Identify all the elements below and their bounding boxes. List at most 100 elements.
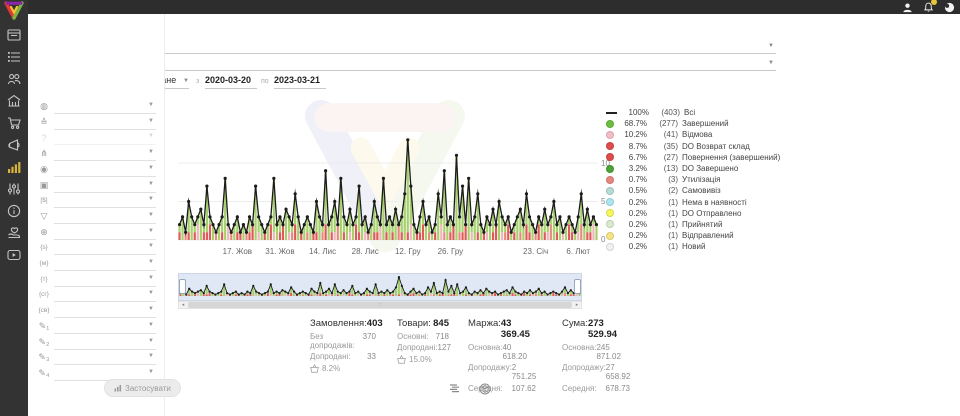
apply-button[interactable]: Застосувати: [104, 379, 181, 397]
legend-label: DO Завершено: [682, 164, 738, 173]
legend-item[interactable]: 0.2%(1)DO Отправлено: [606, 208, 796, 219]
sidebar-item-warehouse[interactable]: [0, 90, 28, 112]
legend-item[interactable]: 3.2%(13)DO Завершено: [606, 163, 796, 174]
sidebar-item-orders[interactable]: [0, 46, 28, 68]
notifications-bell-icon[interactable]: [922, 1, 934, 13]
legend-item[interactable]: 68.7%(277)Завершений: [606, 118, 796, 129]
x-axis-tick: 6. Лют: [566, 247, 590, 256]
legend-item[interactable]: 0.2%(1)Нема в наявності: [606, 197, 796, 208]
legend-count: (2): [650, 186, 678, 195]
filter-select[interactable]: [54, 100, 156, 114]
orders-chart[interactable]: [178, 100, 598, 244]
token-c2-icon: {св}: [36, 304, 52, 317]
filter-select[interactable]: [54, 288, 156, 302]
filter-select[interactable]: [54, 257, 156, 271]
legend-dot-swatch: [606, 176, 614, 184]
navigator-left-handle[interactable]: [179, 279, 186, 294]
user-icon[interactable]: [901, 1, 913, 13]
filter-select[interactable]: [54, 273, 156, 287]
filter-select[interactable]: [54, 320, 156, 334]
date-to-input[interactable]: 2023-03-21: [274, 75, 326, 89]
navigator-scrollbar[interactable]: ◂ ∷ ▸: [178, 301, 582, 309]
legend-item[interactable]: 8.7%(35)DO Возврат склад: [606, 141, 796, 152]
legend-percent: 8.7%: [618, 142, 647, 151]
filter-row-custom-field-3: ✎₃ ▼: [28, 351, 164, 366]
filters-panel: ◍▼≙▼?▼⋔▼◉▼▣▼[$]▼▽▼⊕▼{s}▼{м}▼{т}▼{сг}▼{св…: [28, 14, 165, 416]
filter-row-chart: ≙▼: [28, 116, 164, 131]
filter-select[interactable]: [54, 226, 156, 240]
filter-select[interactable]: [54, 210, 156, 224]
filter-select[interactable]: [54, 336, 156, 350]
basket-icon: [310, 364, 319, 373]
chevron-down-icon: ▼: [148, 165, 154, 171]
filter-row-hierarchy: ⋔▼: [28, 147, 164, 162]
account-avatar-icon[interactable]: [943, 1, 955, 13]
chevron-down-icon: ▼: [148, 322, 154, 328]
status-icon: ◍: [36, 100, 52, 113]
stat-sub-label: Основна:: [468, 343, 502, 361]
legend-label: Прийнятий: [682, 220, 723, 229]
sidebar-nav: [0, 24, 28, 266]
filter-select[interactable]: [54, 147, 156, 161]
sidebar-item-info[interactable]: [0, 200, 28, 222]
filter-select[interactable]: [54, 131, 156, 145]
chevron-down-icon: ▼: [148, 228, 154, 234]
sidebar-item-marketing[interactable]: [0, 134, 28, 156]
chevron-down-icon: ▼: [148, 353, 154, 359]
legend-item[interactable]: 0.2%(1)Відправлений: [606, 230, 796, 241]
filter-select[interactable]: [54, 351, 156, 365]
stat-sub-value: 245 871.02: [596, 343, 630, 361]
custom-field-3-icon: ✎₃: [36, 351, 52, 364]
stat-sub-value: 107.62: [512, 384, 536, 393]
legend-label: Новий: [682, 242, 705, 251]
sidebar-item-tutorials[interactable]: [0, 244, 28, 266]
details-view-icon[interactable]: [449, 382, 462, 395]
products-view-icon[interactable]: [478, 382, 491, 395]
legend-dot-swatch: [606, 232, 614, 240]
filter-select[interactable]: [54, 179, 156, 193]
legend-percent: 6.7%: [618, 153, 647, 162]
date-from-input[interactable]: 2020-03-20: [205, 75, 257, 89]
sidebar-item-procurement[interactable]: [0, 112, 28, 134]
scrollbar-thumb[interactable]: ∷: [188, 302, 572, 308]
x-axis-tick: 17. Жов: [223, 247, 252, 256]
filter-select[interactable]: [54, 304, 156, 318]
chevron-down-icon: ▼: [148, 259, 154, 265]
filter-row-globe: ⊕▼: [28, 226, 164, 241]
sidebar-item-integrations[interactable]: [0, 178, 28, 200]
legend-count: (1): [650, 242, 678, 251]
navigator-right-handle[interactable]: [574, 279, 581, 294]
stat-upsell-percent: 15.0%: [409, 355, 432, 364]
topbar-icons: [901, 1, 955, 13]
legend-dot-swatch: [606, 120, 614, 128]
legend-percent: 0.2%: [618, 198, 647, 207]
chart-navigator[interactable]: [178, 273, 582, 301]
sidebar-item-statistics[interactable]: [0, 156, 28, 178]
top-bar: [0, 0, 960, 14]
sidebar-item-support[interactable]: [0, 222, 28, 244]
x-axis-tick: 26. Гру: [438, 247, 464, 256]
scroll-left-arrow[interactable]: ◂: [179, 302, 187, 308]
token-c1-icon: {сг}: [36, 288, 52, 301]
legend-label: Відмова: [682, 130, 712, 139]
legend-item[interactable]: 0.7%(3)Утилізація: [606, 174, 796, 185]
filter-select[interactable]: [54, 194, 156, 208]
payment-icon: [$]: [36, 194, 52, 207]
legend-item[interactable]: 0.5%(2)Самовивіз: [606, 185, 796, 196]
legend-label: DO Отправлено: [682, 209, 741, 218]
legend-item[interactable]: 6.7%(27)Повернення (завершений): [606, 152, 796, 163]
legend-item[interactable]: 0.2%(1)Новий: [606, 241, 796, 252]
filter-select[interactable]: [54, 116, 156, 130]
funnel-icon: ▽: [36, 210, 52, 223]
sidebar-item-dashboard[interactable]: [0, 24, 28, 46]
app-logo[interactable]: [3, 1, 25, 21]
legend-item[interactable]: 100%(403)Всі: [606, 107, 796, 118]
legend-item[interactable]: 0.2%(1)Прийнятий: [606, 219, 796, 230]
filter-select[interactable]: [54, 241, 156, 255]
filter-select[interactable]: [54, 163, 156, 177]
legend-item[interactable]: 10.2%(41)Відмова: [606, 129, 796, 140]
stat-sub-label: Середня:: [562, 384, 597, 393]
sidebar-item-clients[interactable]: [0, 68, 28, 90]
y-axis-tick-5: 5: [601, 197, 605, 206]
scroll-right-arrow[interactable]: ▸: [573, 302, 581, 308]
